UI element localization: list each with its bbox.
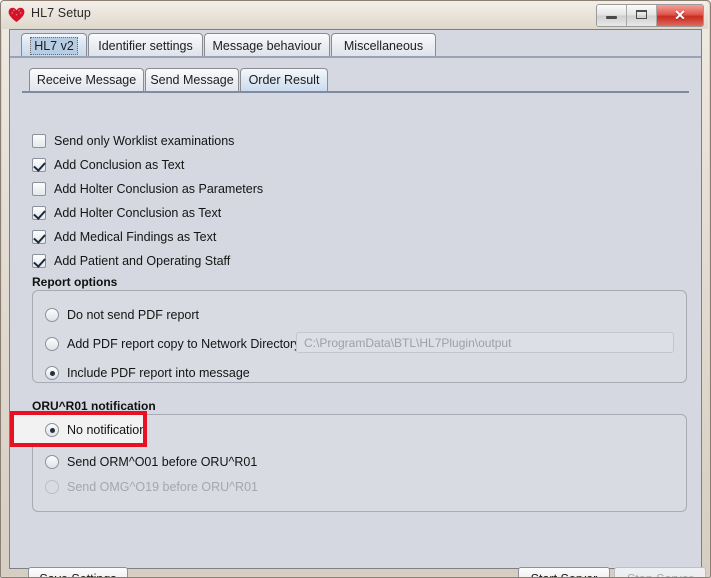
checkbox-send-only-worklist-box[interactable] [32, 134, 46, 148]
radio-include-pdf-into-message[interactable]: Include PDF report into message [45, 364, 250, 382]
radio-send-omg-o19-label: Send OMG^O19 before ORU^R01 [67, 480, 258, 494]
checkbox-patient-operating-staff-box[interactable] [32, 254, 46, 268]
save-settings-button[interactable]: Save Settings [28, 567, 128, 577]
radio-add-pdf-copy-network-dir[interactable]: Add PDF report copy to Network Directory… [45, 335, 304, 353]
radio-include-pdf-into-message-button[interactable] [45, 366, 59, 380]
client-area: HL7 v2 Identifier settings Message behav… [9, 29, 706, 577]
radio-add-pdf-copy-network-dir-button[interactable] [45, 337, 59, 351]
window-title: HL7 Setup [31, 6, 91, 20]
tab-identifier-settings-label: Identifier settings [98, 38, 193, 53]
checkbox-medical-findings-text-label: Add Medical Findings as Text [54, 230, 217, 244]
tab-message-behaviour-label: Message behaviour [212, 38, 322, 53]
close-icon: ✕ [674, 7, 686, 23]
maximize-button[interactable] [627, 5, 657, 26]
notification-options-title: ORU^R01 notification [32, 399, 156, 413]
checkbox-send-only-worklist-label: Send only Worklist examinations [54, 134, 235, 148]
checkbox-holter-conclusion-text[interactable]: Add Holter Conclusion as Text [32, 204, 221, 222]
radio-send-omg-o19-button [45, 480, 59, 494]
minimize-button[interactable] [597, 5, 627, 26]
tab-miscellaneous-label: Miscellaneous [343, 38, 424, 53]
sub-tab-underline [22, 91, 689, 93]
tab-hl7-v2-label: HL7 v2 [30, 36, 78, 55]
minimize-icon [606, 16, 617, 19]
tab-miscellaneous[interactable]: Miscellaneous [331, 33, 436, 57]
close-button[interactable]: ✕ [657, 5, 703, 26]
tab-receive-message-label: Receive Message [36, 73, 137, 87]
radio-send-orm-o01[interactable]: Send ORM^O01 before ORU^R01 [45, 453, 257, 471]
sub-tab-strip: Receive Message Send Message Order Resul… [22, 66, 689, 92]
tab-receive-message[interactable]: Receive Message [29, 68, 144, 91]
checkbox-medical-findings-text[interactable]: Add Medical Findings as Text [32, 228, 216, 246]
maximize-icon [636, 10, 647, 19]
network-directory-input[interactable]: C:\ProgramData\BTL\HL7Plugin\output [296, 332, 674, 353]
radio-send-orm-o01-button[interactable] [45, 455, 59, 469]
heart-icon [8, 7, 25, 22]
checkbox-add-conclusion-text-label: Add Conclusion as Text [54, 158, 185, 172]
radio-no-notification-label: No notification [67, 423, 147, 437]
report-options-title: Report options [32, 275, 118, 289]
tab-message-behaviour[interactable]: Message behaviour [204, 33, 330, 57]
tab-hl7-v2[interactable]: HL7 v2 [21, 33, 87, 57]
checkbox-add-conclusion-text[interactable]: Add Conclusion as Text [32, 156, 184, 174]
checkbox-send-only-worklist[interactable]: Send only Worklist examinations [32, 132, 234, 150]
tab-order-result[interactable]: Order Result [240, 68, 328, 91]
radio-include-pdf-into-message-label: Include PDF report into message [67, 366, 250, 380]
checkbox-holter-conclusion-params[interactable]: Add Holter Conclusion as Parameters [32, 180, 263, 198]
start-server-button[interactable]: Start Server [518, 567, 610, 577]
tab-send-message-label: Send Message [150, 73, 234, 87]
radio-do-not-send-pdf[interactable]: Do not send PDF report [45, 306, 199, 324]
radio-do-not-send-pdf-label: Do not send PDF report [67, 308, 200, 322]
checkbox-medical-findings-text-box[interactable] [32, 230, 46, 244]
checkbox-holter-conclusion-text-label: Add Holter Conclusion as Text [54, 206, 222, 220]
radio-add-pdf-copy-network-dir-label: Add PDF report copy to Network Directory… [67, 337, 304, 351]
main-tab-strip: HL7 v2 Identifier settings Message behav… [10, 30, 701, 57]
checkbox-add-conclusion-text-box[interactable] [32, 158, 46, 172]
radio-do-not-send-pdf-button[interactable] [45, 308, 59, 322]
radio-send-orm-o01-label: Send ORM^O01 before ORU^R01 [67, 455, 258, 469]
tab-order-result-label: Order Result [248, 73, 320, 87]
checkbox-patient-operating-staff[interactable]: Add Patient and Operating Staff [32, 252, 230, 270]
tab-identifier-settings[interactable]: Identifier settings [88, 33, 203, 57]
window-controls: ✕ [596, 4, 704, 27]
title-bar[interactable]: HL7 Setup ✕ [1, 1, 708, 29]
tab-panel-hl7-v2: Receive Message Send Message Order Resul… [10, 58, 706, 577]
hl7-setup-window: HL7 Setup ✕ HL7 v2 Identifier settings M… [0, 0, 711, 578]
checkbox-holter-conclusion-text-box[interactable] [32, 206, 46, 220]
radio-no-notification-button[interactable] [45, 423, 59, 437]
radio-no-notification[interactable]: No notification [45, 421, 146, 439]
stop-server-button: Stop Server [614, 567, 706, 577]
radio-send-omg-o19: Send OMG^O19 before ORU^R01 [45, 478, 258, 496]
checkbox-holter-conclusion-params-label: Add Holter Conclusion as Parameters [54, 182, 264, 196]
checkbox-patient-operating-staff-label: Add Patient and Operating Staff [54, 254, 231, 268]
tab-send-message[interactable]: Send Message [145, 68, 239, 91]
checkbox-holter-conclusion-params-box[interactable] [32, 182, 46, 196]
